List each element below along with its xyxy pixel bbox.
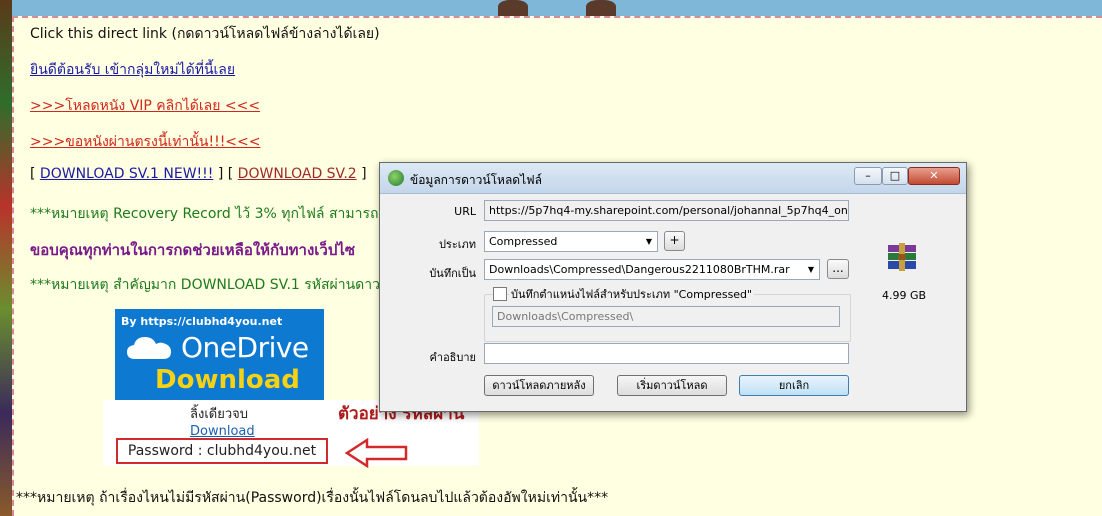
browse-button[interactable]: ... (827, 259, 849, 279)
download-info-dialog: ข้อมูลการดาวน์โหลดไฟล์ – □ ✕ URL https:/… (379, 162, 967, 412)
request-link[interactable]: >>>ขอหนังผ่านตรงนี้เท่านั้น!!!<<< (30, 131, 261, 153)
url-label: URL (454, 205, 476, 218)
download-later-button[interactable]: ดาวน์โหลดภายหลัง (484, 375, 594, 396)
save-as-select[interactable]: Downloads\Compressed\Dangerous2211080BrT… (484, 259, 820, 280)
bracket-text: ] (356, 166, 367, 182)
dialog-title: ข้อมูลการดาวน์โหลดไฟล์ (410, 173, 542, 187)
banner-figure (586, 0, 616, 16)
left-arrow-icon (345, 437, 408, 469)
one-link-text: ลิ้งเดียวจบ (190, 407, 248, 422)
save-as-value: Downloads\Compressed\Dangerous2211080BrT… (489, 263, 790, 276)
description-label: คำอธิบาย (429, 351, 476, 364)
onedrive-by-text: By https://clubhd4you.net (121, 315, 283, 328)
download-sv2-link[interactable]: DOWNLOAD SV.2 (238, 166, 357, 182)
recovery-note: ***หมายเหตุ Recovery Record ไว้ 3% ทุกไฟ… (30, 206, 388, 222)
remember-path-field: Downloads\Compressed\ (492, 306, 840, 327)
minimize-button[interactable]: – (854, 167, 882, 185)
chevron-down-icon: ▼ (645, 237, 653, 246)
save-as-label: บันทึกเป็น (429, 267, 476, 280)
type-label: ประเภท (438, 238, 476, 251)
close-button[interactable]: ✕ (908, 167, 960, 185)
remember-location-label: บันทึกตำแหน่งไฟล์สำหรับประเภท "Compresse… (509, 285, 755, 303)
welcome-link[interactable]: ยินดีต้อนรับ เข้ากลุ่มใหม่ได้ที่นี้เลย (30, 59, 235, 81)
left-decor-strip (0, 0, 12, 516)
password-note: ***หมายเหตุ สำคัญมาก DOWNLOAD SV.1 รหัสผ… (30, 277, 390, 293)
password-box: Password : clubhd4you.net (116, 438, 328, 464)
add-category-button[interactable]: + (664, 231, 685, 251)
file-size: 4.99 GB (882, 289, 927, 302)
bottom-note: ***หมายเหตุ ถ้าเรื่องไหนไม่มีรหัสผ่าน(Pa… (16, 490, 609, 506)
onedrive-download-banner[interactable]: By https://clubhd4you.net OneDrive Downl… (115, 309, 324, 400)
download-sv1-link[interactable]: DOWNLOAD SV.1 NEW!!! (40, 166, 213, 182)
winrar-file-icon (888, 243, 916, 271)
download-link[interactable]: Download (190, 424, 255, 439)
start-download-button[interactable]: เริ่มดาวน์โหลด (617, 375, 727, 396)
idm-globe-icon (388, 170, 404, 186)
cloud-icon (127, 337, 171, 359)
onedrive-download-label: Download (155, 365, 300, 395)
download-links-row: [ DOWNLOAD SV.1 NEW!!! ] [ DOWNLOAD SV.2… (30, 166, 367, 182)
top-banner-strip (0, 0, 1102, 16)
chevron-down-icon: ▼ (807, 265, 815, 274)
bracket-text: ] [ (213, 166, 238, 182)
dialog-titlebar[interactable]: ข้อมูลการดาวน์โหลดไฟล์ – □ ✕ (380, 163, 966, 194)
type-value: Compressed (489, 235, 558, 248)
onedrive-name: OneDrive (181, 331, 309, 364)
url-field[interactable]: https://5p7hq4-my.sharepoint.com/persona… (484, 200, 849, 221)
direct-link-text: Click this direct link (กดดาวน์โหลดไฟล์ข… (30, 26, 380, 42)
cancel-button[interactable]: ยกเลิก (739, 375, 849, 396)
description-field[interactable] (484, 343, 849, 364)
thanks-text: ขอบคุณทุกท่านในการกดช่วยเหลือให้กับทางเว… (30, 241, 356, 259)
type-select[interactable]: Compressed ▼ (484, 231, 658, 252)
vip-link[interactable]: >>>โหลดหนัง VIP คลิกได้เลย <<< (30, 95, 260, 117)
banner-figure (498, 0, 528, 16)
maximize-button[interactable]: □ (882, 167, 908, 185)
remember-location-checkbox[interactable] (493, 287, 507, 301)
bracket-text: [ (30, 166, 40, 182)
